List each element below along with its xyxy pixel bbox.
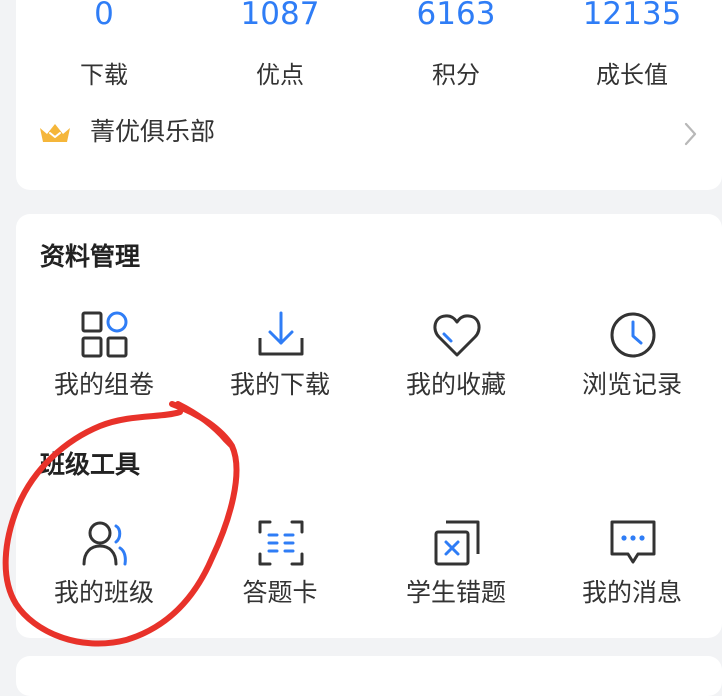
my-papers-button[interactable]: 我的组卷 xyxy=(16,310,192,420)
download-icon xyxy=(258,311,304,356)
stat-growth-label: 成长值 xyxy=(596,61,668,89)
my-class-label: 我的班级 xyxy=(53,578,154,607)
club-row[interactable]: 菁优俱乐部 xyxy=(16,110,722,156)
answer-card-button[interactable]: 答题卡 xyxy=(192,518,368,628)
club-label: 菁优俱乐部 xyxy=(90,117,216,146)
my-class-button[interactable]: 我的班级 xyxy=(16,518,192,628)
student-wrong-questions-button[interactable]: 学生错题 xyxy=(368,518,544,628)
student-wrong-questions-label: 学生错题 xyxy=(405,578,506,607)
my-favorites-button[interactable]: 我的收藏 xyxy=(368,310,544,420)
chevron-right-icon xyxy=(684,122,697,146)
my-papers-label: 我的组卷 xyxy=(53,370,154,399)
my-messages-button[interactable]: 我的消息 xyxy=(544,518,720,628)
answer-card-label: 答题卡 xyxy=(242,578,318,607)
clock-icon xyxy=(610,312,656,358)
stat-downloads-value: 0 xyxy=(94,0,114,32)
my-favorites-label: 我的收藏 xyxy=(405,370,506,399)
stat-growth-value: 12135 xyxy=(582,0,682,32)
stat-points-label: 积分 xyxy=(432,61,480,89)
answer-card-icon xyxy=(258,520,304,566)
browse-history-button[interactable]: 浏览记录 xyxy=(544,310,720,420)
class-tools-title: 班级工具 xyxy=(40,450,141,479)
stats-row: 0 下载 1087 优点 6163 积分 12135 成长值 xyxy=(16,0,722,100)
message-icon xyxy=(610,520,656,564)
browse-history-label: 浏览记录 xyxy=(581,370,682,399)
grid-apps-icon xyxy=(81,311,128,358)
stat-downloads-label: 下载 xyxy=(80,61,128,89)
stat-merits-value: 1087 xyxy=(240,0,320,32)
materials-title: 资料管理 xyxy=(40,242,141,271)
stat-points-value: 6163 xyxy=(416,0,496,32)
my-downloads-label: 我的下载 xyxy=(229,370,330,399)
my-messages-label: 我的消息 xyxy=(581,578,682,607)
my-downloads-button[interactable]: 我的下载 xyxy=(192,310,368,420)
heart-icon xyxy=(433,314,481,357)
tools-card: 资料管理 我的组卷 我的下载 我的收藏 浏览记录 班级工具 我的班级 答题卡 学… xyxy=(16,214,722,638)
crown-icon xyxy=(40,124,70,142)
stats-card: 0 下载 1087 优点 6163 积分 12135 成长值 菁优俱乐部 xyxy=(16,0,722,190)
stat-merits-label: 优点 xyxy=(256,61,304,89)
users-icon xyxy=(82,521,127,566)
next-card xyxy=(16,656,722,696)
wrong-questions-icon xyxy=(434,520,480,566)
